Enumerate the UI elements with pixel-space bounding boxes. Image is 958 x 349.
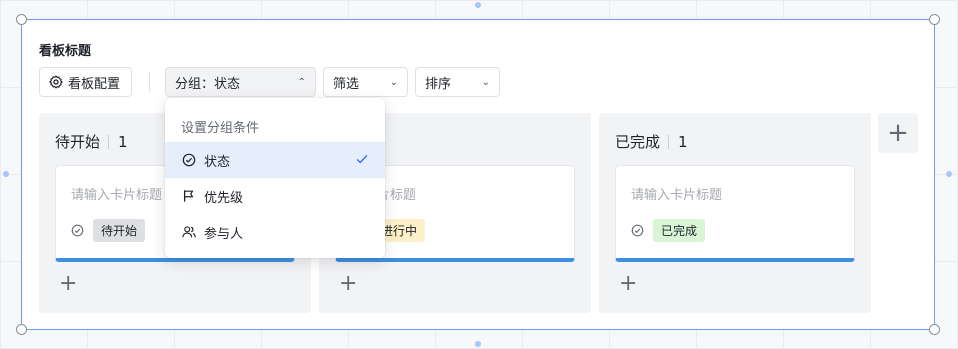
canvas-anchor-top[interactable] xyxy=(475,2,481,8)
kanban-card[interactable]: 请输入卡片标题 已完成 xyxy=(615,165,855,262)
toolbar-divider xyxy=(149,72,150,92)
column-name[interactable]: 待开始 xyxy=(55,131,100,152)
group-option-label: 状态 xyxy=(204,154,231,170)
kanban-column[interactable]: 已完成 1 请输入卡片标题 已完成 + xyxy=(599,113,871,313)
canvas-anchor-right[interactable] xyxy=(946,171,952,177)
resize-handle-bottom-left[interactable] xyxy=(16,324,27,335)
circle-check-icon xyxy=(631,224,644,237)
chevron-down-icon: ⌄ xyxy=(389,76,398,88)
group-by-button[interactable]: 分组：状态 ⌃ xyxy=(165,67,316,97)
canvas-anchor-left[interactable] xyxy=(3,171,9,177)
column-count: 1 xyxy=(678,132,688,151)
board-config-button[interactable]: 看板配置 xyxy=(39,67,132,97)
column-header: 待开始 1 xyxy=(55,131,128,152)
board-title[interactable]: 看板标题 xyxy=(39,40,91,59)
resize-handle-top-left[interactable] xyxy=(16,14,27,25)
group-option-participants[interactable]: 参与人 xyxy=(165,214,385,250)
group-option-label: 参与人 xyxy=(204,226,244,242)
group-by-label: 分组：状态 xyxy=(175,76,241,92)
chevron-up-icon: ⌃ xyxy=(297,76,306,88)
filter-label: 筛选 xyxy=(333,76,360,92)
add-card-button[interactable]: + xyxy=(339,273,357,295)
group-option-priority[interactable]: 优先级 xyxy=(165,178,385,214)
board-config-label: 看板配置 xyxy=(68,76,121,92)
status-badge[interactable]: 已完成 xyxy=(653,219,706,242)
kanban-board-frame[interactable]: 看板标题 看板配置 分组：状态 ⌃ 筛选 ⌄ 排序 ⌄ 待开始 1 请输入卡片标… xyxy=(21,19,935,330)
card-title-placeholder[interactable]: 请输入卡片标题 xyxy=(71,184,162,203)
filter-button[interactable]: 筛选 ⌄ xyxy=(323,67,408,97)
column-header-divider xyxy=(668,134,670,149)
resize-handle-top-right[interactable] xyxy=(929,14,940,25)
flag-icon xyxy=(182,189,198,203)
column-name[interactable]: 已完成 xyxy=(615,131,660,152)
circle-check-icon xyxy=(182,153,198,167)
canvas-anchor-bottom[interactable] xyxy=(475,341,481,347)
card-status-row: 已完成 xyxy=(631,219,706,242)
group-option-status[interactable]: 状态 xyxy=(165,142,385,178)
add-card-button[interactable]: + xyxy=(59,273,77,295)
add-column-button[interactable]: + xyxy=(878,113,918,153)
status-badge[interactable]: 待开始 xyxy=(93,219,146,242)
sort-label: 排序 xyxy=(425,76,452,92)
circle-check-icon xyxy=(71,224,84,237)
users-icon xyxy=(182,225,198,239)
dropdown-title: 设置分组条件 xyxy=(181,121,260,136)
gear-icon xyxy=(49,75,63,89)
card-status-row: 待开始 xyxy=(71,219,146,242)
column-count: 1 xyxy=(118,132,128,151)
column-header: 已完成 1 xyxy=(615,131,688,152)
column-header-divider xyxy=(108,134,110,149)
card-title-placeholder[interactable]: 请输入卡片标题 xyxy=(631,184,722,203)
chevron-down-icon: ⌄ xyxy=(481,76,490,88)
sort-button[interactable]: 排序 ⌄ xyxy=(415,67,500,97)
group-option-label: 优先级 xyxy=(204,190,244,206)
add-card-button[interactable]: + xyxy=(619,273,637,295)
resize-handle-bottom-right[interactable] xyxy=(929,324,940,335)
group-by-dropdown: 设置分组条件 状态 优先级 参与人 xyxy=(165,98,385,258)
checkmark-icon xyxy=(356,155,368,164)
